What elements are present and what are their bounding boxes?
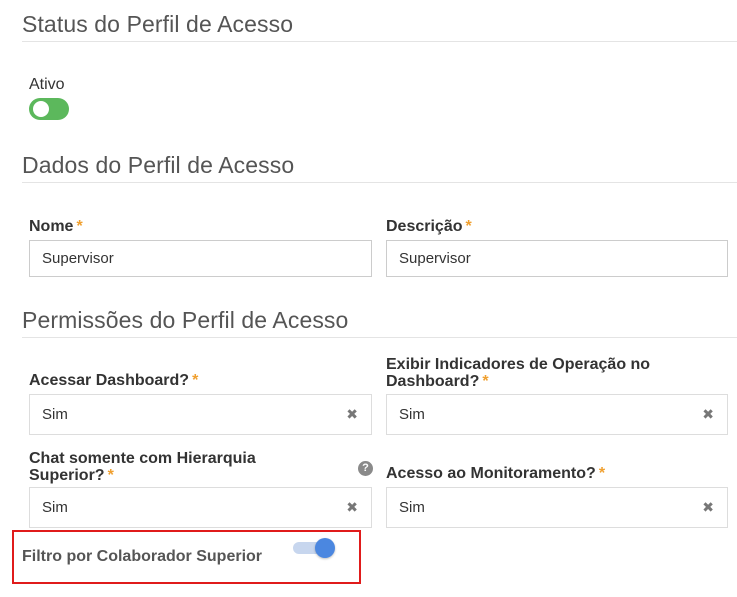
status-section-divider <box>22 41 737 42</box>
status-section-title: Status do Perfil de Acesso <box>22 11 294 37</box>
operation-indicators-label: Exibir Indicadores de Operação no Dashbo… <box>386 356 716 390</box>
permissions-section-title: Permissões do Perfil de Acesso <box>22 307 349 333</box>
name-label: Nome * <box>29 218 83 235</box>
dashboard-access-value: Sim <box>42 406 68 423</box>
operation-indicators-value: Sim <box>399 406 425 423</box>
data-section-title: Dados do Perfil de Acesso <box>22 152 295 178</box>
operation-indicators-select[interactable]: Sim ✖ <box>386 394 728 435</box>
name-input-value: Supervisor <box>42 250 114 267</box>
description-input-value: Supervisor <box>399 250 471 267</box>
chat-hierarchy-select[interactable]: Sim ✖ <box>29 487 372 528</box>
chat-hierarchy-label-text: Chat somente com Hierarquia Superior? <box>29 450 256 484</box>
data-section-divider <box>22 182 737 183</box>
superior-filter-toggle[interactable] <box>293 538 335 558</box>
description-required-mark: * <box>465 218 472 235</box>
monitoring-access-label: Acesso ao Monitoramento? * <box>386 465 716 482</box>
monitoring-access-select[interactable]: Sim ✖ <box>386 487 728 528</box>
monitoring-access-value: Sim <box>399 499 425 516</box>
question-circle-icon[interactable]: ? <box>358 461 373 476</box>
dashboard-access-required-mark: * <box>192 372 199 389</box>
chat-hierarchy-value: Sim <box>42 499 68 516</box>
operation-indicators-label-text: Exibir Indicadores de Operação no Dashbo… <box>386 356 651 390</box>
permissions-section-divider <box>22 337 737 338</box>
dashboard-access-label-text: Acessar Dashboard? <box>29 372 190 389</box>
dashboard-access-clear-icon[interactable]: ✖ <box>346 395 358 434</box>
dashboard-access-select[interactable]: Sim ✖ <box>29 394 372 435</box>
chat-hierarchy-required-mark: * <box>107 467 114 484</box>
active-label: Ativo <box>29 76 65 93</box>
monitoring-access-clear-icon[interactable]: ✖ <box>702 488 714 527</box>
active-toggle-knob <box>33 101 49 117</box>
description-input[interactable]: Supervisor <box>386 240 728 277</box>
monitoring-access-required-mark: * <box>598 465 606 482</box>
superior-filter-label: Filtro por Colaborador Superior <box>22 548 263 565</box>
monitoring-access-label-text: Acesso ao Monitoramento? <box>386 465 596 482</box>
description-label: Descrição * <box>386 218 472 235</box>
active-toggle[interactable] <box>29 98 69 120</box>
name-input[interactable]: Supervisor <box>29 240 372 277</box>
chat-hierarchy-clear-icon[interactable]: ✖ <box>346 488 358 527</box>
operation-indicators-required-mark: * <box>482 373 489 390</box>
description-label-text: Descrição <box>386 218 463 235</box>
operation-indicators-clear-icon[interactable]: ✖ <box>702 395 714 434</box>
name-required-mark: * <box>76 218 83 235</box>
name-label-text: Nome <box>29 218 74 235</box>
chat-hierarchy-label: Chat somente com Hierarquia Superior? * <box>29 450 319 484</box>
superior-filter-toggle-knob <box>315 538 335 558</box>
dashboard-access-label: Acessar Dashboard? * <box>29 372 369 389</box>
